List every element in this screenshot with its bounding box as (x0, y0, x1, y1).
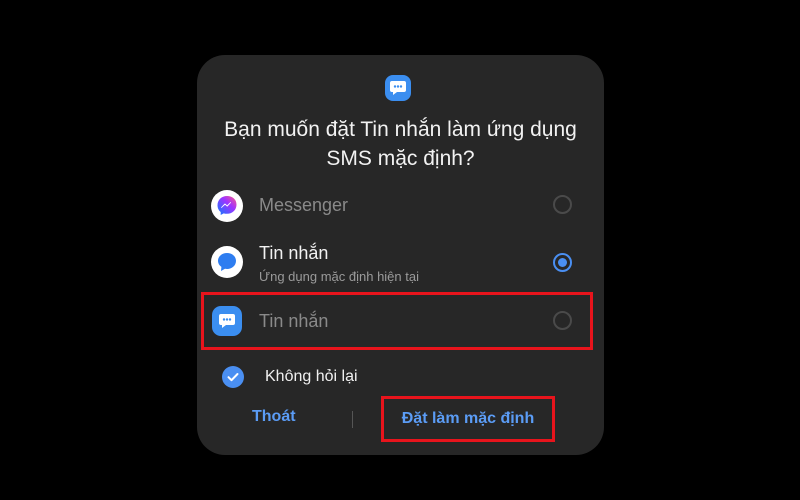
exit-button[interactable]: Thoát (252, 408, 296, 426)
samsung-messages-icon (211, 246, 243, 278)
radio-button[interactable] (553, 195, 572, 214)
messenger-icon (211, 190, 243, 222)
highlight-annotation (201, 292, 593, 350)
button-divider (352, 411, 353, 428)
dialog-title: Bạn muốn đặt Tin nhắn làm ứng dụng SMS m… (224, 118, 577, 170)
set-default-label: Đặt làm mặc định (401, 410, 535, 427)
option-messenger[interactable]: Messenger (197, 185, 604, 235)
checkmark-icon (222, 366, 244, 388)
dont-ask-again-label: Không hỏi lại (265, 368, 358, 385)
option-label: Tin nhắn (259, 243, 329, 263)
set-default-button[interactable]: Đặt làm mặc định (381, 396, 555, 442)
option-messages-current[interactable]: Tin nhắn Ứng dụng mặc định hiện tại (197, 240, 604, 290)
option-sublabel: Ứng dụng mặc định hiện tại (259, 269, 419, 284)
radio-button-selected[interactable] (553, 253, 572, 272)
screen: Bạn muốn đặt Tin nhắn làm ứng dụng SMS m… (0, 0, 800, 500)
dont-ask-again-checkbox[interactable]: Không hỏi lại (222, 365, 522, 389)
option-label: Messenger (259, 195, 349, 215)
chat-bubble-icon (385, 75, 411, 101)
default-sms-dialog: Bạn muốn đặt Tin nhắn làm ứng dụng SMS m… (197, 55, 604, 455)
